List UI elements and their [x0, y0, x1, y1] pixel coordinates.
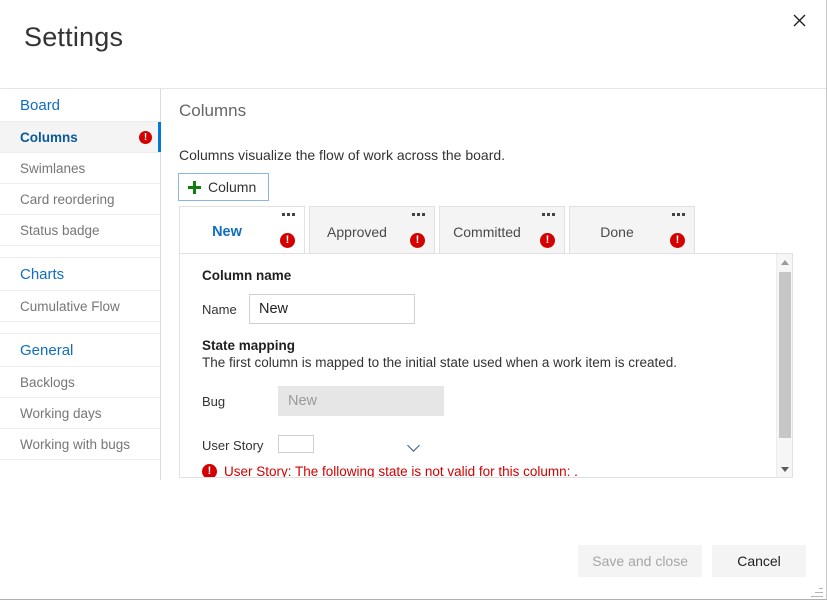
column-settings-panel: Column name Name State mapping The first…: [179, 253, 793, 478]
sidebar-item-label: Swimlanes: [20, 160, 86, 176]
user-story-field-row: User Story: [202, 430, 776, 460]
resize-grip[interactable]: [811, 585, 823, 597]
error-circle-icon: !: [670, 230, 685, 248]
scrollbar-thumb[interactable]: [779, 272, 791, 438]
sidebar-group-spacer: [0, 322, 160, 334]
sidebar-item-label: Status badge: [20, 222, 100, 238]
tab-done[interactable]: Done!: [569, 206, 695, 254]
column-name-heading: Column name: [202, 268, 292, 283]
sidebar-item-label: Backlogs: [20, 374, 75, 390]
ellipsis-icon[interactable]: [412, 213, 425, 216]
sidebar-group-charts: Charts: [0, 258, 160, 291]
column-settings-form: Column name Name State mapping The first…: [180, 254, 776, 477]
sidebar-item-cumulative-flow[interactable]: Cumulative Flow: [0, 291, 160, 322]
settings-main-pane: Columns Columns visualize the flow of wo…: [161, 88, 826, 480]
bug-field-row: Bug: [202, 386, 776, 416]
user-story-label: User Story: [202, 437, 264, 453]
save-and-close-button[interactable]: Save and close: [578, 545, 702, 577]
dialog-footer: Save and close Cancel: [578, 545, 806, 577]
sidebar-item-label: Working with bugs: [20, 436, 131, 452]
sidebar-item-columns[interactable]: Columns!: [0, 122, 161, 153]
sidebar-item-status-badge[interactable]: Status badge: [0, 215, 160, 246]
page-title: Columns: [179, 101, 247, 120]
column-name-input[interactable]: [249, 294, 415, 324]
state-mapping-heading: State mapping: [202, 338, 296, 353]
tab-label: New: [212, 224, 242, 240]
settings-dialog: Settings Board Columns! Swimlanes Card reor…: [0, 0, 827, 600]
settings-sidebar: Board Columns! Swimlanes Card reordering Sta…: [0, 88, 161, 480]
plus-icon: [188, 180, 201, 194]
tab-new[interactable]: New!: [179, 206, 305, 254]
ellipsis-icon[interactable]: [282, 213, 295, 216]
validation-error-message: User Story: The following state is not v…: [224, 464, 578, 478]
column-tabs: New! Approved! Committed! Done!: [179, 206, 695, 254]
error-circle-icon: !: [410, 230, 425, 248]
user-story-state-dropdown[interactable]: [278, 430, 428, 460]
sidebar-item-working-days[interactable]: Working days: [0, 398, 160, 429]
sidebar-item-card-reordering[interactable]: Card reordering: [0, 184, 160, 215]
error-circle-icon: !: [280, 230, 295, 248]
ellipsis-icon[interactable]: [672, 213, 685, 216]
sidebar-item-label: Working days: [20, 405, 102, 421]
cancel-button[interactable]: Cancel: [712, 545, 806, 577]
tab-label: Committed: [453, 224, 521, 240]
bug-label: Bug: [202, 393, 226, 409]
sidebar-group-board: Board: [0, 89, 160, 122]
add-column-label: Column: [208, 179, 257, 195]
close-icon: [793, 14, 805, 26]
error-circle-icon: !: [540, 230, 555, 248]
state-mapping-description: The first column is mapped to the initia…: [202, 355, 677, 370]
page-description: Columns visualize the flow of work acros…: [179, 147, 506, 163]
sidebar-group-spacer: [0, 246, 160, 258]
sidebar-item-label: Columns: [20, 129, 78, 145]
sidebar-group-general: General: [0, 334, 160, 367]
add-column-button[interactable]: Column: [178, 173, 270, 201]
scroll-down-arrow-icon[interactable]: [777, 461, 792, 477]
validation-error: ! User Story: The following state is not…: [202, 464, 776, 478]
close-button[interactable]: [784, 5, 814, 35]
tab-committed[interactable]: Committed!: [439, 206, 565, 254]
error-circle-icon: !: [139, 130, 152, 144]
ellipsis-icon[interactable]: [542, 213, 555, 216]
sidebar-item-swimlanes[interactable]: Swimlanes: [0, 153, 160, 184]
sidebar-item-label: Card reordering: [20, 191, 115, 207]
name-label: Name: [202, 301, 237, 317]
chevron-down-icon: [407, 439, 420, 452]
state-mapping-fields: Bug User Story ! User Story: The followi…: [202, 386, 776, 478]
tab-approved[interactable]: Approved!: [309, 206, 435, 254]
scroll-up-arrow-icon[interactable]: [777, 254, 792, 270]
name-field-row: Name: [202, 294, 776, 324]
error-circle-icon: !: [202, 464, 217, 477]
sidebar-item-working-with-bugs[interactable]: Working with bugs: [0, 429, 160, 460]
sidebar-item-label: Cumulative Flow: [20, 298, 120, 314]
sidebar-item-backlogs[interactable]: Backlogs: [0, 367, 160, 398]
tab-label: Approved: [327, 224, 387, 240]
form-scrollbar[interactable]: [776, 254, 792, 477]
bug-state-input: [278, 386, 444, 416]
dialog-title: Settings: [24, 22, 124, 52]
tab-label: Done: [600, 224, 634, 240]
user-story-state-value[interactable]: [278, 435, 314, 453]
